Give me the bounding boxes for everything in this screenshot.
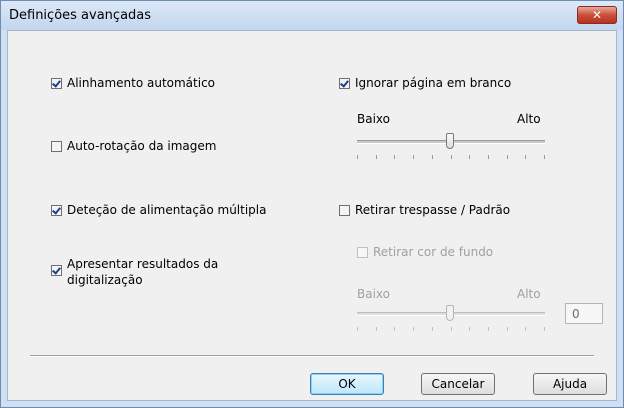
title-bar[interactable]: Definições avançadas ✕	[1, 1, 623, 30]
slider-tick	[451, 327, 452, 331]
bg-slider-thumb[interactable]	[446, 305, 454, 321]
bg-high-label: Alto	[517, 287, 541, 301]
slider-tick	[394, 155, 395, 159]
slider-tick	[451, 155, 452, 159]
show-results-check[interactable]	[51, 265, 62, 276]
skip-blank-slider-ticks	[357, 155, 545, 159]
multifeed-checkbox[interactable]: Deteção de alimentação múltipla	[51, 203, 266, 217]
auto-rotate-check[interactable]	[51, 141, 62, 152]
auto-rotate-label: Auto-rotação da imagem	[67, 139, 217, 153]
slider-tick	[413, 155, 414, 159]
slider-tick	[413, 327, 414, 331]
auto-align-label: Alinhamento automático	[67, 76, 216, 90]
slider-tick	[432, 327, 433, 331]
ok-button[interactable]: OK	[310, 373, 384, 395]
slider-tick	[488, 155, 489, 159]
dialog-title: Definições avançadas	[9, 8, 152, 23]
dialog-body: Alinhamento automático Auto-rotação da i…	[7, 30, 617, 401]
bg-level-field[interactable]: 0	[565, 303, 603, 324]
slider-tick	[544, 155, 545, 159]
slider-tick	[357, 155, 358, 159]
skip-blank-slider-thumb[interactable]	[446, 133, 454, 149]
bg-low-label: Baixo	[357, 287, 390, 301]
bleed-through-checkbox[interactable]: Retirar trespasse / Padrão	[339, 203, 510, 217]
slider-tick	[525, 155, 526, 159]
slider-tick	[394, 327, 395, 331]
slider-tick	[488, 327, 489, 331]
skip-blank-high-label: Alto	[517, 112, 541, 126]
skip-blank-check[interactable]	[339, 78, 350, 89]
auto-rotate-checkbox[interactable]: Auto-rotação da imagem	[51, 139, 216, 153]
cancel-button[interactable]: Cancelar	[421, 373, 495, 395]
skip-blank-label: Ignorar página em branco	[355, 76, 512, 90]
bleed-through-label: Retirar trespasse / Padrão	[355, 203, 511, 217]
auto-align-checkbox[interactable]: Alinhamento automático	[51, 76, 215, 90]
slider-tick	[432, 155, 433, 159]
close-icon: ✕	[591, 8, 603, 22]
show-results-checkbox[interactable]: Apresentar resultados da digitalização	[51, 256, 218, 288]
close-button[interactable]: ✕	[577, 6, 617, 24]
slider-tick	[376, 327, 377, 331]
slider-tick	[544, 327, 545, 331]
remove-bg-check[interactable]	[357, 247, 368, 258]
show-results-label-line2: digitalização	[67, 273, 143, 287]
bleed-through-check[interactable]	[339, 205, 350, 216]
remove-bg-checkbox[interactable]: Retirar cor de fundo	[357, 245, 493, 259]
button-separator	[30, 355, 594, 357]
slider-tick	[376, 155, 377, 159]
show-results-label-line1: Apresentar resultados da	[67, 257, 219, 271]
help-button[interactable]: Ajuda	[533, 373, 607, 395]
remove-bg-label: Retirar cor de fundo	[373, 245, 494, 259]
multifeed-label: Deteção de alimentação múltipla	[67, 203, 267, 217]
slider-tick	[357, 327, 358, 331]
skip-blank-low-label: Baixo	[357, 112, 390, 126]
slider-tick	[469, 155, 470, 159]
skip-blank-checkbox[interactable]: Ignorar página em branco	[339, 76, 511, 90]
slider-tick	[525, 327, 526, 331]
slider-tick	[469, 327, 470, 331]
bg-slider-ticks	[357, 327, 545, 331]
dialog-window: Definições avançadas ✕ Alinhamento autom…	[0, 0, 624, 408]
auto-align-check[interactable]	[51, 78, 62, 89]
slider-tick	[507, 155, 508, 159]
slider-tick	[507, 327, 508, 331]
multifeed-check[interactable]	[51, 205, 62, 216]
